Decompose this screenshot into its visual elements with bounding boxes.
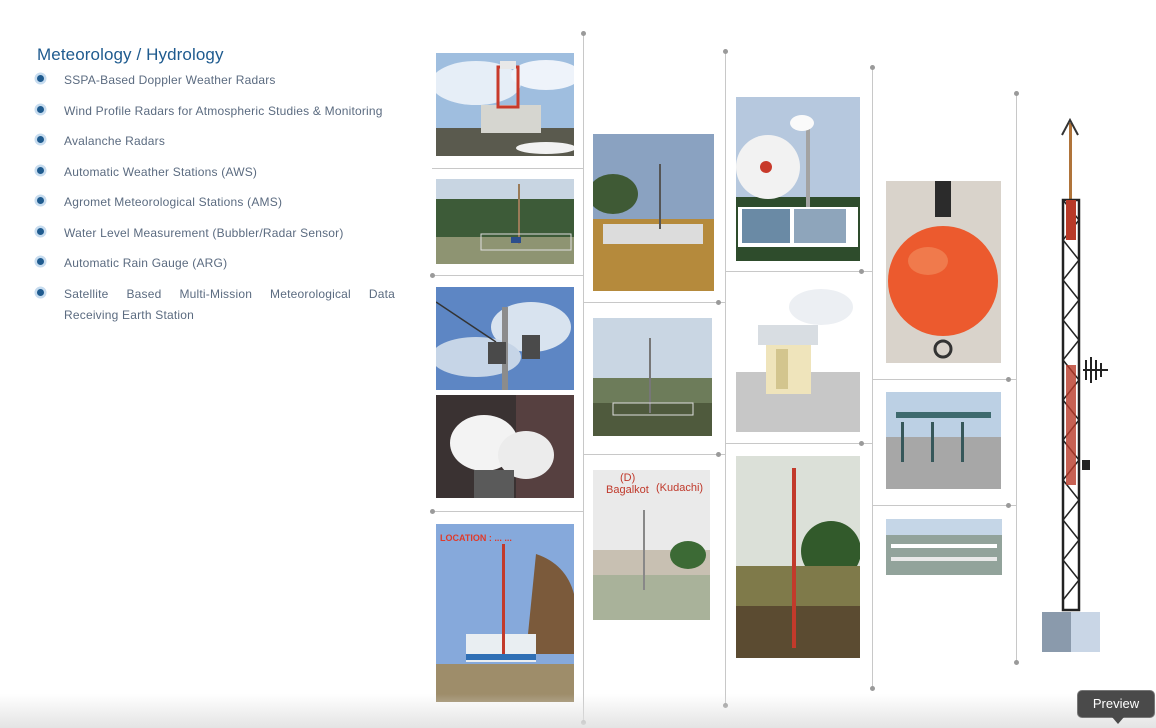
weather-mast-photo[interactable]	[593, 134, 714, 291]
lattice-tower-illustration[interactable]	[1038, 115, 1113, 655]
bullet-icon	[37, 105, 44, 113]
radar-domes-photo[interactable]	[436, 395, 574, 498]
list-item: SSPA-Based Doppler Weather Radars	[37, 70, 395, 91]
antenna-field-photo[interactable]	[886, 519, 1002, 575]
list-item: Avalanche Radars	[37, 131, 395, 152]
rain-gauge-tower-photo[interactable]	[736, 456, 860, 658]
location-caption: LOCATION : ... ...	[440, 533, 512, 543]
bagalkot-caption: Bagalkot	[606, 484, 649, 496]
list-item: Water Level Measurement (Bubbler/Radar S…	[37, 223, 395, 244]
bullet-icon	[37, 166, 44, 174]
list-item: Automatic Weather Stations (AWS)	[37, 162, 395, 183]
preview-tooltip[interactable]: Preview	[1077, 690, 1155, 724]
bullet-icon	[37, 197, 44, 204]
bullet-icon	[37, 227, 44, 235]
map-letter-caption: (D)	[620, 472, 636, 484]
list-item: Satellite Based Multi-Mission Meteorolog…	[37, 284, 395, 326]
rain-gauge-site-photo[interactable]	[436, 524, 574, 702]
bottom-fade	[0, 694, 1156, 728]
timeline-line	[725, 51, 726, 706]
radar-tower-photo[interactable]	[436, 53, 574, 156]
timeline-line	[1016, 93, 1017, 663]
timeline-line	[872, 67, 873, 689]
list-item: Agromet Meteorological Stations (AMS)	[37, 192, 395, 213]
water-level-sensor-photo[interactable]	[736, 97, 860, 261]
bullet-icon	[37, 136, 44, 143]
avalanche-radar-photo[interactable]	[436, 287, 574, 390]
kudachi-caption: (Kudachi)	[656, 482, 704, 494]
list-item: Automatic Rain Gauge (ARG)	[37, 253, 395, 274]
service-list: SSPA-Based Doppler Weather Radars Wind P…	[37, 70, 395, 326]
aws-station-photo[interactable]	[593, 318, 712, 436]
bullet-icon	[37, 258, 44, 265]
shelter-cabin-photo[interactable]	[736, 287, 860, 432]
wind-profiler-site-photo[interactable]	[436, 179, 574, 264]
bullet-icon	[37, 288, 44, 296]
earth-station-array-photo[interactable]	[886, 392, 1001, 489]
page-title: Meteorology / Hydrology	[37, 45, 224, 65]
list-item: Wind Profile Radars for Atmospheric Stud…	[37, 101, 395, 122]
bullet-icon	[37, 75, 44, 82]
timeline-line	[583, 33, 584, 723]
marker-ball-photo[interactable]	[886, 181, 1001, 363]
